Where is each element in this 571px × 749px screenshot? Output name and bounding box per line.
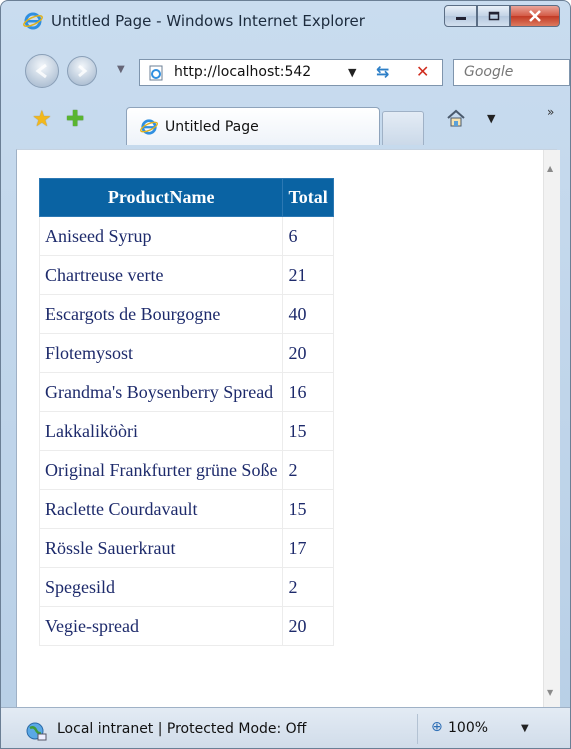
back-arrow-icon: [35, 63, 47, 79]
product-total: 2: [282, 567, 334, 607]
window-controls: [444, 5, 560, 27]
zoom-level[interactable]: 100%: [448, 720, 488, 736]
title-bar[interactable]: Untitled Page - Windows Internet Explore…: [1, 1, 570, 43]
tab-untitled-page[interactable]: Untitled Page: [126, 107, 380, 145]
vertical-scrollbar[interactable]: ▲ ▼: [543, 150, 560, 708]
new-tab-button[interactable]: [382, 111, 424, 145]
refresh-icon[interactable]: ⇆: [376, 62, 389, 81]
browser-window: Untitled Page - Windows Internet Explore…: [0, 0, 571, 749]
product-name: Grandma's Boysenberry Spread: [38, 372, 284, 412]
ie-logo-icon: [23, 12, 43, 30]
table-row: Grandma's Boysenberry Spread 16: [38, 372, 334, 412]
back-button[interactable]: [25, 54, 59, 88]
more-tools-icon[interactable]: »: [547, 105, 554, 119]
globe-icon: [26, 722, 47, 741]
table-row: Spegesild 2: [38, 567, 334, 607]
table-row: Lakkaliköòri 15: [38, 411, 334, 451]
scroll-down-icon[interactable]: ▼: [547, 688, 553, 697]
product-name: Escargots de Bourgogne: [38, 294, 284, 334]
star-icon[interactable]: ★: [32, 107, 52, 132]
product-total: 20: [282, 606, 334, 646]
address-dropdown-icon[interactable]: ▼: [348, 66, 356, 79]
table-row: Escargots de Bourgogne 40: [38, 294, 334, 334]
product-name: Lakkaliköòri: [38, 411, 284, 451]
address-bar[interactable]: http://localhost:542 ▼ ⇆ ✕: [139, 59, 443, 86]
table-row: Chartreuse verte 21: [38, 255, 334, 295]
table-row: Vegie-spread 20: [38, 606, 334, 646]
tab-bar: ★ ✚ Untitled Page ▼ »: [1, 99, 570, 149]
product-name: Vegie-spread: [38, 606, 284, 646]
product-name: Spegesild: [38, 567, 284, 607]
minimize-icon: [455, 17, 466, 20]
maximize-icon: [488, 11, 499, 21]
product-name: Aniseed Syrup: [38, 216, 284, 256]
security-zone: Local intranet | Protected Mode: Off: [57, 721, 307, 737]
history-dropdown-icon[interactable]: ▼: [117, 64, 125, 75]
product-name: Raclette Courdavault: [38, 489, 284, 529]
address-url: http://localhost:542: [174, 64, 312, 80]
close-icon: [529, 10, 541, 22]
tab-label: Untitled Page: [165, 119, 259, 135]
home-dropdown-icon[interactable]: ▼: [487, 112, 495, 125]
table-row: Aniseed Syrup 6: [38, 216, 334, 256]
stop-icon[interactable]: ✕: [416, 62, 429, 81]
zoom-icon[interactable]: ⊕: [431, 719, 443, 735]
ie-tab-icon: [140, 119, 158, 135]
close-button[interactable]: [510, 5, 560, 27]
product-name: Rössle Sauerkraut: [38, 528, 284, 568]
header-productname: ProductName: [38, 178, 284, 217]
page-content: ProductName Total Aniseed Syrup 6 Chartre…: [16, 149, 560, 708]
home-icon[interactable]: [445, 107, 467, 129]
product-total: 40: [282, 294, 334, 334]
product-total: 20: [282, 333, 334, 373]
product-name: Flotemysost: [38, 333, 284, 373]
status-divider: [417, 714, 418, 744]
forward-arrow-icon: [78, 64, 88, 78]
product-total: 15: [282, 411, 334, 451]
window-title: Untitled Page - Windows Internet Explore…: [51, 12, 365, 30]
product-total: 16: [282, 372, 334, 412]
product-total: 21: [282, 255, 334, 295]
product-total: 15: [282, 489, 334, 529]
header-row: ProductName Total: [38, 178, 334, 217]
zoom-dropdown-icon[interactable]: ▼: [521, 723, 529, 734]
status-bar: Local intranet | Protected Mode: Off ⊕ 1…: [1, 707, 570, 748]
search-box[interactable]: Google: [453, 59, 570, 86]
search-placeholder: Google: [464, 64, 514, 80]
product-name: Chartreuse verte: [38, 255, 284, 295]
table-row: Raclette Courdavault 15: [38, 489, 334, 529]
scroll-up-icon[interactable]: ▲: [547, 164, 553, 173]
table-row: Original Frankfurter grüne Soße 2: [38, 450, 334, 490]
forward-button[interactable]: [67, 56, 97, 86]
minimize-button[interactable]: [444, 5, 477, 27]
product-name: Original Frankfurter grüne Soße: [38, 450, 284, 490]
navigation-bar: ▼ http://localhost:542 ▼ ⇆ ✕ Google: [1, 53, 570, 91]
page-icon: [149, 65, 163, 81]
product-total: 17: [282, 528, 334, 568]
table-row: Flotemysost 20: [38, 333, 334, 373]
header-total: Total: [282, 178, 334, 217]
product-total: 2: [282, 450, 334, 490]
product-total: 6: [282, 216, 334, 256]
maximize-button[interactable]: [477, 5, 510, 27]
products-grid: ProductName Total Aniseed Syrup 6 Chartre…: [38, 178, 334, 646]
add-favorite-icon[interactable]: ✚: [66, 107, 84, 132]
table-row: Rössle Sauerkraut 17: [38, 528, 334, 568]
